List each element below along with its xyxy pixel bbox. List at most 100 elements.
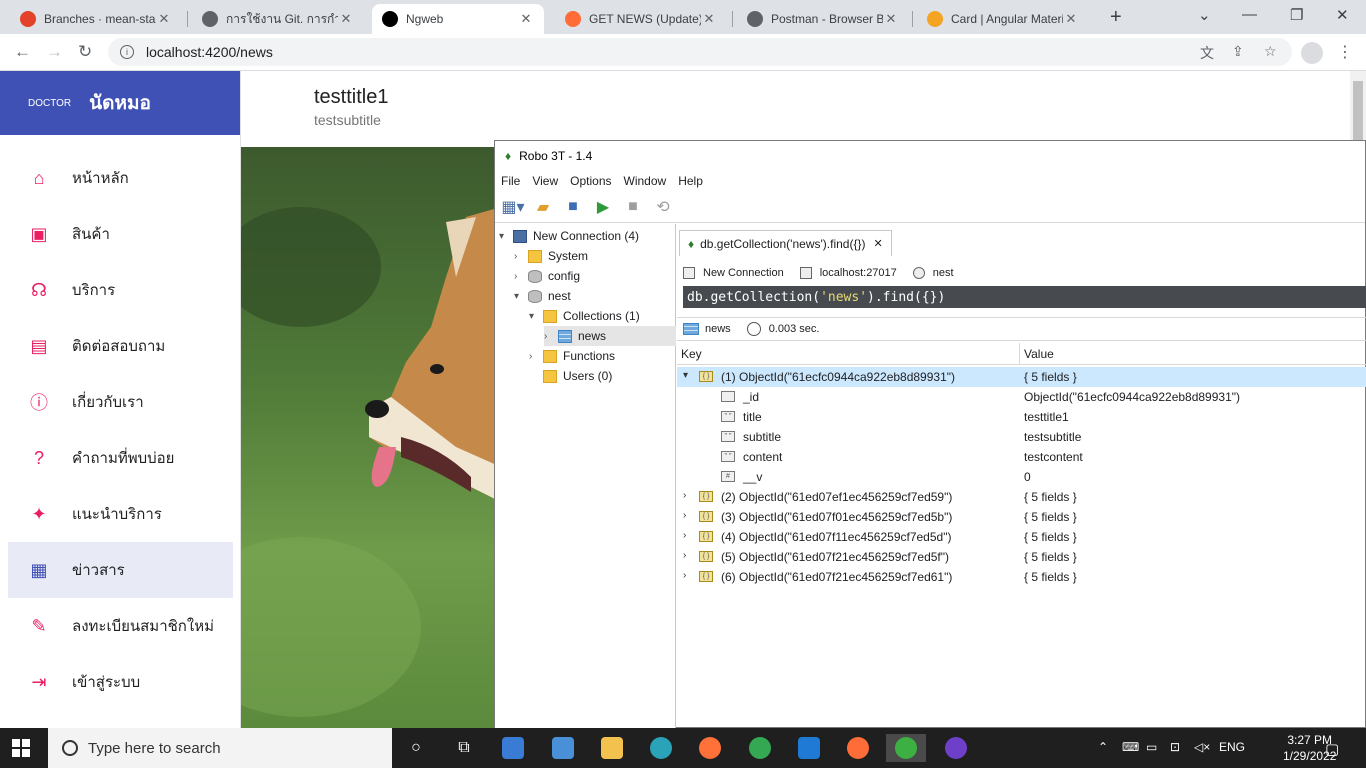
maximize-icon[interactable]: ❐ xyxy=(1290,6,1303,24)
nav-item[interactable]: ▤ ติดต่อสอบถาม xyxy=(8,318,233,374)
column-divider[interactable] xyxy=(1019,343,1020,365)
nav-item[interactable]: ⌂ หน้าหลัก xyxy=(8,150,233,206)
execute-icon[interactable]: ▶ xyxy=(591,196,615,218)
browser-tab[interactable]: Postman - Browser Ba ✕ xyxy=(737,4,909,34)
reload-icon[interactable]: ↻ xyxy=(78,42,92,62)
translate-icon[interactable]: 文 xyxy=(1200,43,1214,63)
tree-expander-icon[interactable]: ▾ xyxy=(514,291,528,302)
firefox-icon[interactable] xyxy=(690,734,730,762)
tree-node[interactable]: ▾ Collections (1) xyxy=(529,306,640,326)
chrome-icon[interactable] xyxy=(740,734,780,762)
robo3t-taskbar-icon[interactable] xyxy=(886,734,926,762)
profile-avatar[interactable] xyxy=(1301,42,1323,64)
menu-options[interactable]: Options xyxy=(570,174,611,188)
edge-icon[interactable] xyxy=(641,734,681,762)
tree-node[interactable]: › System xyxy=(514,246,588,266)
volume-icon[interactable]: ◁× xyxy=(1194,740,1210,754)
close-tab-icon[interactable]: ✕ xyxy=(1063,11,1079,27)
close-tab-icon[interactable]: ✕ xyxy=(518,11,534,27)
browser-menu-icon[interactable]: ⋮ xyxy=(1337,42,1353,62)
mail-icon[interactable] xyxy=(543,734,583,762)
tree-node[interactable]: ▾ New Connection (4) xyxy=(499,226,639,246)
table-row[interactable]: " " title testtitle1 xyxy=(677,407,1366,427)
site-info-icon[interactable]: i xyxy=(120,45,134,59)
browser-tab[interactable]: GET NEWS (Update) - ✕ xyxy=(555,4,727,34)
file-explorer-icon[interactable] xyxy=(592,734,632,762)
tree-expander-icon[interactable]: ▾ xyxy=(529,311,543,322)
tree-expander-icon[interactable]: › xyxy=(529,351,543,362)
windows-start-icon[interactable] xyxy=(12,739,30,757)
bookmark-star-icon[interactable]: ☆ xyxy=(1264,43,1277,60)
nav-item[interactable]: ✦ แนะนำบริการ xyxy=(8,486,233,542)
connect-icon[interactable]: ▦▾ xyxy=(501,196,525,218)
taskbar-search[interactable]: Type here to search xyxy=(48,728,392,768)
network-icon[interactable]: ⊡ xyxy=(1170,740,1180,754)
table-row[interactable]: › { } (3) ObjectId("61ed07f01ec456259cf7ed… xyxy=(677,507,1366,527)
tree-expander-icon[interactable]: › xyxy=(544,331,558,342)
browser-tab[interactable]: การใช้งาน Git. การกำหนด✕ xyxy=(192,4,364,34)
table-row[interactable]: " " content testcontent xyxy=(677,447,1366,467)
address-bar[interactable]: i localhost:4200/news xyxy=(108,38,1292,66)
column-value[interactable]: Value xyxy=(1024,347,1054,361)
meet-now-icon[interactable]: ⌨ xyxy=(1122,740,1139,754)
close-tab-icon[interactable]: ✕ xyxy=(338,11,354,27)
menu-file[interactable]: File xyxy=(501,174,520,188)
refresh-icon[interactable]: ⟲ xyxy=(651,196,675,218)
table-row[interactable]: # __v 0 xyxy=(677,467,1366,487)
menu-view[interactable]: View xyxy=(532,174,558,188)
column-key[interactable]: Key xyxy=(681,347,702,361)
nav-item[interactable]: ? คำถามที่พบบ่อย xyxy=(8,430,233,486)
close-tab-icon[interactable]: ✕ xyxy=(873,237,882,250)
back-icon[interactable]: ← xyxy=(14,42,31,62)
tree-node[interactable]: Users (0) xyxy=(529,366,612,386)
cortana-icon[interactable]: ○ xyxy=(396,734,436,762)
new-tab-icon[interactable]: + xyxy=(1110,6,1122,29)
row-expander-icon[interactable]: › xyxy=(683,490,686,501)
open-folder-icon[interactable]: ▰ xyxy=(531,196,555,218)
table-row[interactable]: › { } (5) ObjectId("61ed07f21ec456259cf7ed… xyxy=(677,547,1366,567)
task-view-icon[interactable]: ⧉ xyxy=(444,734,484,762)
row-expander-icon[interactable]: › xyxy=(683,510,686,521)
table-row[interactable]: " " subtitle testsubtitle xyxy=(677,427,1366,447)
table-row[interactable]: › { } (6) ObjectId("61ed07f21ec456259cf7ed… xyxy=(677,567,1366,587)
nav-item[interactable]: ✎ ลงทะเบียนสมาชิกใหม่ xyxy=(8,598,233,654)
nav-item[interactable]: ⓘ เกี่ยวกับเรา xyxy=(8,374,233,430)
table-row[interactable]: › { } (2) ObjectId("61ed07ef1ec456259cf7ed… xyxy=(677,487,1366,507)
github-desktop-icon[interactable] xyxy=(936,734,976,762)
nav-item[interactable]: ☊ บริการ xyxy=(8,262,233,318)
row-expander-icon[interactable]: ▾ xyxy=(683,370,688,381)
notification-icon[interactable]: ▢ xyxy=(1325,740,1339,758)
menu-help[interactable]: Help xyxy=(678,174,703,188)
close-tab-icon[interactable]: ✕ xyxy=(883,11,899,27)
tree-node[interactable]: ▾ nest xyxy=(514,286,571,306)
query-editor[interactable]: db.getCollection('news').find({}) xyxy=(683,286,1366,308)
share-icon[interactable]: ⇪ xyxy=(1232,43,1244,60)
browser-tab[interactable]: Card | Angular Materia ✕ xyxy=(917,4,1089,34)
row-expander-icon[interactable]: › xyxy=(683,530,686,541)
table-row[interactable]: › { } (4) ObjectId("61ed07f11ec456259cf7ed… xyxy=(677,527,1366,547)
stop-icon[interactable]: ■ xyxy=(621,196,645,218)
close-tab-icon[interactable]: ✕ xyxy=(701,11,717,27)
browser-tab[interactable]: Ngweb ✕ xyxy=(372,4,544,34)
menu-window[interactable]: Window xyxy=(624,174,667,188)
tray-chevron-icon[interactable]: ⌃ xyxy=(1098,740,1108,754)
nav-item[interactable]: ⇥ เข้าสู่ระบบ xyxy=(8,654,233,710)
forward-icon[interactable]: → xyxy=(46,42,63,62)
tree-expander-icon[interactable]: › xyxy=(514,271,528,282)
table-row[interactable]: ▾ { } (1) ObjectId("61ecfc0944ca922eb8d899… xyxy=(677,367,1366,387)
postman-icon[interactable] xyxy=(838,734,878,762)
vscode-icon[interactable] xyxy=(789,734,829,762)
nav-item[interactable]: ▣ สินค้า xyxy=(8,206,233,262)
tree-node[interactable]: › news xyxy=(544,326,676,346)
row-expander-icon[interactable]: › xyxy=(683,550,686,561)
minimize-icon[interactable]: — xyxy=(1242,6,1257,23)
tree-expander-icon[interactable]: › xyxy=(514,251,528,262)
input-language[interactable]: ENG xyxy=(1219,740,1245,754)
close-window-icon[interactable]: ✕ xyxy=(1336,6,1349,24)
battery-icon[interactable]: ▭ xyxy=(1146,740,1157,754)
tree-node[interactable]: › Functions xyxy=(529,346,615,366)
tree-expander-icon[interactable]: ▾ xyxy=(499,231,513,242)
tree-node[interactable]: › config xyxy=(514,266,580,286)
browser-tab[interactable]: Branches · mean-stack ✕ xyxy=(10,4,182,34)
tab-search-icon[interactable]: ⌄ xyxy=(1198,6,1211,24)
